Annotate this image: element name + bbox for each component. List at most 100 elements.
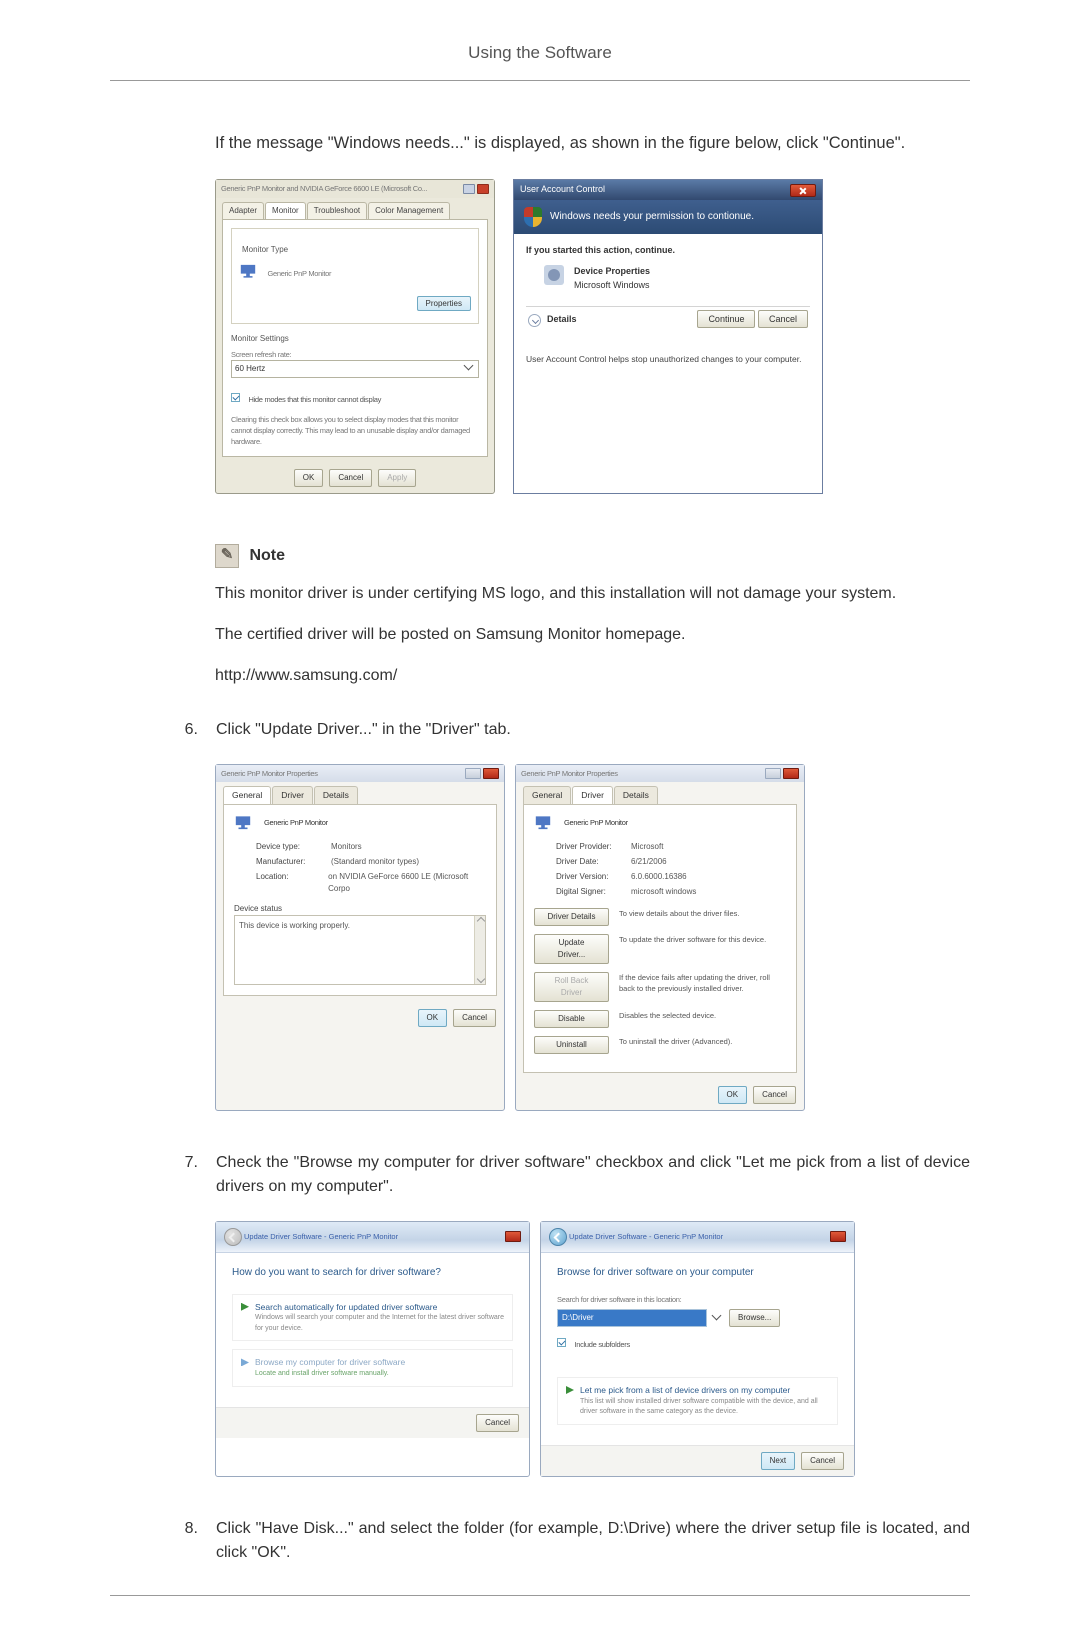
uac-started-text: If you started this action, continue. [526,244,810,258]
cancel-button[interactable]: Cancel [329,469,372,487]
update-driver-desc: To update the driver software for this d… [619,934,786,945]
wizard-title: Update Driver Software - Generic PnP Mon… [244,1231,398,1242]
window-buttons [765,768,799,779]
cancel-button[interactable]: Cancel [758,310,808,328]
close-icon[interactable] [505,1231,521,1242]
hide-modes-description: Clearing this check box allows you to se… [231,414,479,448]
ok-button[interactable]: OK [418,1009,448,1027]
provider-value: Microsoft [631,841,663,853]
shield-icon [524,207,542,227]
signer-value: microsoft windows [631,886,696,898]
update-driver-wizard-browse: Update Driver Software - Generic PnP Mon… [540,1221,855,1477]
close-icon[interactable] [483,768,499,779]
close-icon[interactable] [790,184,816,197]
path-input[interactable]: D:\Driver [557,1309,707,1327]
refresh-rate-value: 60 Hertz [235,363,265,375]
date-key: Driver Date: [556,856,631,868]
device-status-label: Device status [234,903,486,915]
option-browse-computer[interactable]: Browse my computer for driver software L… [232,1349,513,1386]
option-desc: Locate and install driver software manua… [255,1369,405,1380]
step-number-6: 6. [170,718,198,742]
wizard-title: Update Driver Software - Generic PnP Mon… [569,1231,723,1242]
location-value: on NVIDIA GeForce 6600 LE (Microsoft Cor… [328,871,486,895]
step-text-8: Click "Have Disk..." and select the fold… [216,1517,970,1565]
step-text-6: Click "Update Driver..." in the "Driver"… [216,718,970,742]
window-buttons [465,768,499,779]
close-icon[interactable] [477,184,489,194]
details-toggle[interactable]: Details [547,313,577,327]
search-location-label: Search for driver software in this locat… [557,1294,838,1305]
help-icon[interactable] [465,768,481,779]
device-properties-driver: Generic PnP Monitor Properties General D… [515,764,805,1111]
signer-key: Digital Signer: [556,886,631,898]
date-value: 6/21/2006 [631,856,667,868]
window-buttons [463,184,489,194]
intro-paragraph: If the message "Windows needs..." is dis… [215,131,970,156]
driver-details-button[interactable]: Driver Details [534,908,609,926]
props-driver-name: Generic PnP Monitor [564,817,628,828]
cancel-button[interactable]: Cancel [453,1009,496,1027]
back-icon[interactable] [549,1228,567,1246]
monitor-settings-label: Monitor Settings [231,333,479,345]
driver-details-desc: To view details about the driver files. [619,908,786,919]
tab-color-management[interactable]: Color Management [368,202,450,219]
next-button[interactable]: Next [761,1452,795,1470]
device-type-value: Monitors [331,841,362,853]
page-title: Using the Software [110,40,970,81]
tab-driver[interactable]: Driver [272,786,313,804]
tab-general[interactable]: General [523,786,571,804]
tab-details[interactable]: Details [614,786,658,804]
chevron-down-icon [465,363,475,373]
continue-button[interactable]: Continue [697,310,755,328]
include-subfolders-checkbox[interactable] [557,1338,566,1347]
tab-troubleshoot[interactable]: Troubleshoot [307,202,367,219]
cancel-button[interactable]: Cancel [476,1414,519,1432]
ok-button[interactable]: OK [294,469,324,487]
disable-button[interactable]: Disable [534,1010,609,1028]
update-driver-wizard-search: Update Driver Software - Generic PnP Mon… [215,1221,530,1477]
scrollbar[interactable] [474,916,485,984]
uninstall-button[interactable]: Uninstall [534,1036,609,1054]
chevron-down-icon[interactable] [713,1313,723,1323]
hide-modes-checkbox[interactable] [231,393,240,402]
step-number-8: 8. [170,1517,198,1565]
step-text-7: Check the "Browse my computer for driver… [216,1151,970,1199]
provider-key: Driver Provider: [556,841,631,853]
tab-driver[interactable]: Driver [572,786,613,804]
option-pick-from-list[interactable]: Let me pick from a list of device driver… [557,1377,838,1425]
note-url: http://www.samsung.com/ [215,664,970,688]
refresh-rate-select[interactable]: 60 Hertz [231,360,479,378]
rollback-driver-button[interactable]: Roll Back Driver [534,972,609,1002]
tab-adapter[interactable]: Adapter [222,202,264,219]
option-title: Search automatically for updated driver … [255,1301,504,1314]
option-search-automatically[interactable]: Search automatically for updated driver … [232,1294,513,1342]
properties-button[interactable]: Properties [417,296,471,311]
close-icon[interactable] [830,1231,846,1242]
chevron-down-icon[interactable] [528,314,541,327]
cancel-button[interactable]: Cancel [801,1452,844,1470]
tab-general[interactable]: General [223,786,271,804]
device-type-key: Device type: [256,841,331,853]
arrow-icon [241,1303,249,1311]
help-icon[interactable] [765,768,781,779]
ok-button[interactable]: OK [718,1086,748,1104]
manufacturer-key: Manufacturer: [256,856,331,868]
uac-program-publisher: Microsoft Windows [574,279,650,293]
tab-monitor[interactable]: Monitor [265,202,306,219]
minimize-icon[interactable] [463,184,475,194]
version-key: Driver Version: [556,871,631,883]
uac-dialog: User Account Control Windows needs your … [513,179,823,493]
close-icon[interactable] [783,768,799,779]
browse-button[interactable]: Browse... [729,1309,780,1327]
apply-button[interactable]: Apply [378,469,416,487]
update-driver-button[interactable]: Update Driver... [534,934,609,964]
tab-details[interactable]: Details [314,786,358,804]
cancel-button[interactable]: Cancel [753,1086,796,1104]
uac-banner-text: Windows needs your permission to contion… [550,209,754,224]
note-line-2: The certified driver will be posted on S… [215,623,970,647]
hide-modes-label: Hide modes that this monitor cannot disp… [248,395,381,404]
manufacturer-value: (Standard monitor types) [331,856,419,868]
option-title: Browse my computer for driver software [255,1356,405,1369]
wizard-heading: How do you want to search for driver sof… [232,1265,513,1280]
option-desc: This list will show installed driver sof… [580,1397,829,1418]
